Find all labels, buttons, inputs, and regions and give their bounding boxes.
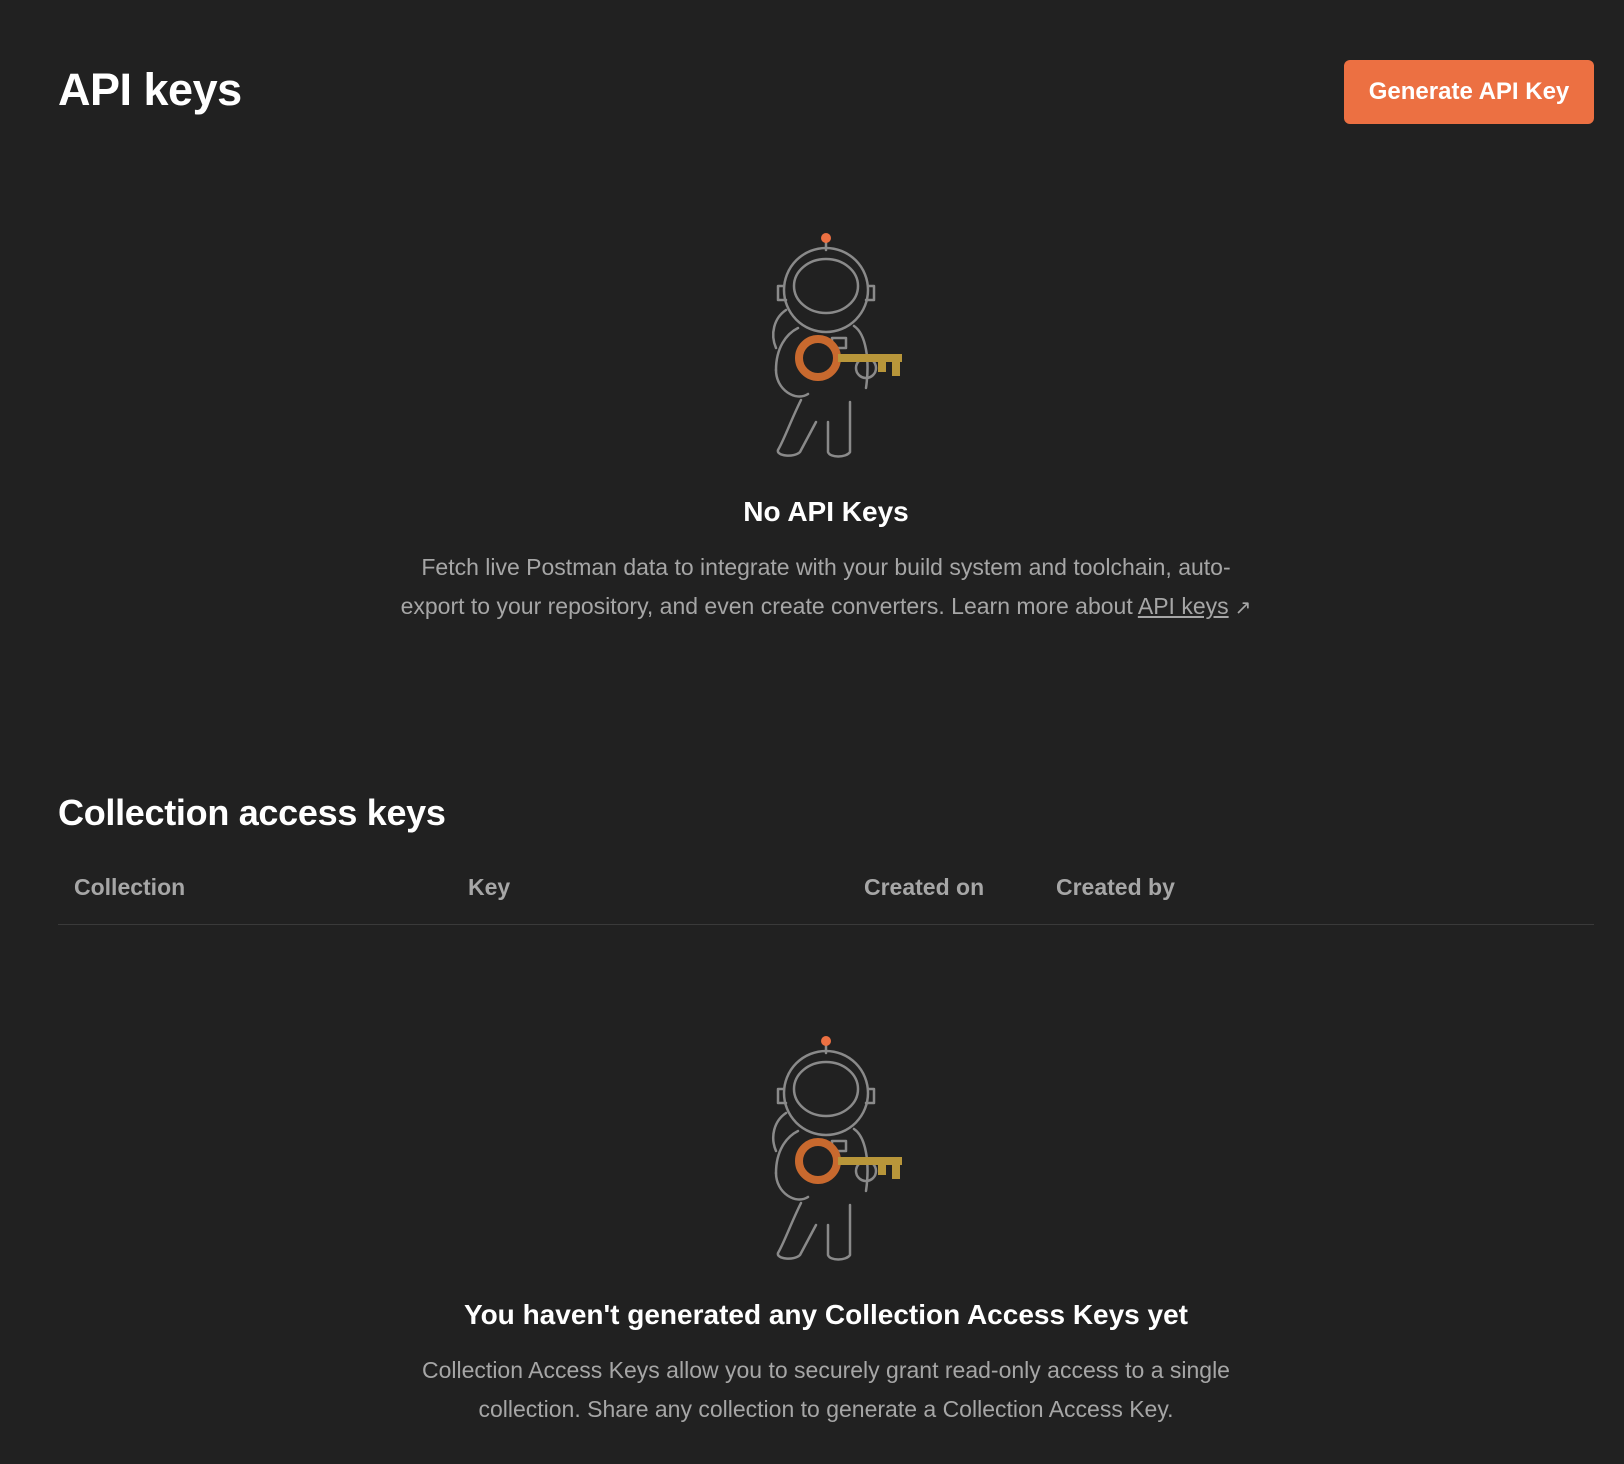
page-title: API keys [58,64,242,115]
column-header-key: Key [468,874,511,900]
api-keys-page: API keys Generate API Key No API Keys Fe… [0,0,1624,1464]
column-header-created-on: Created on [864,874,985,900]
column-header-collection: Collection [74,874,186,900]
column-header-created-by: Created by [1056,874,1175,900]
astronaut-key-illustration [772,1036,902,1261]
external-link-icon: ↗ [1234,597,1252,619]
api-keys-empty-state: No API Keys Fetch live Postman data to i… [0,230,1624,628]
generate-api-key-button[interactable]: Generate API Key [1344,60,1594,124]
astronaut-key-illustration [772,233,902,458]
collection-keys-empty-state: You haven't generated any Collection Acc… [0,1033,1624,1429]
api-keys-learn-more-link[interactable]: API keys [1138,593,1229,619]
collection-keys-description: Collection Access Keys allow you to secu… [422,1357,1230,1422]
no-collection-keys-title: You haven't generated any Collection Acc… [463,1299,1189,1330]
collection-access-keys-title: Collection access keys [58,792,446,833]
collection-keys-table-header: Collection Key Created on Created by [58,866,1594,925]
no-api-keys-title: No API Keys [743,496,909,527]
api-keys-description: Fetch live Postman data to integrate wit… [396,548,1256,628]
api-keys-description-text: Fetch live Postman data to integrate wit… [400,554,1231,619]
